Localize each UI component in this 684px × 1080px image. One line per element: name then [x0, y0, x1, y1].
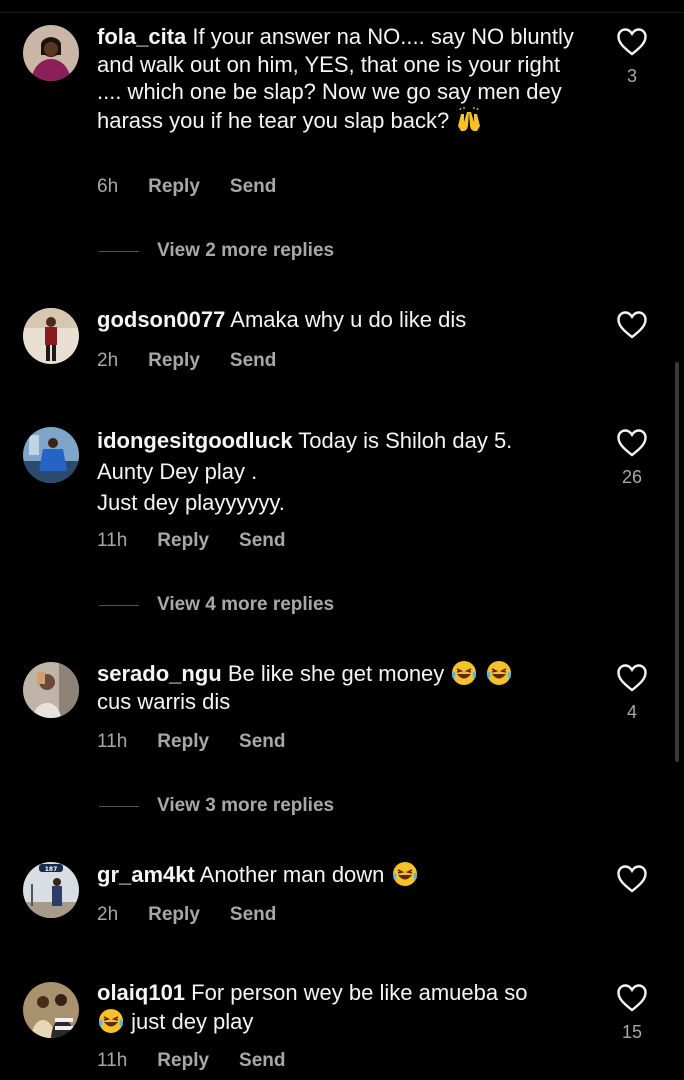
send-button[interactable]: Send	[230, 350, 276, 372]
divider-line	[99, 250, 139, 252]
like-count: 15	[621, 1022, 643, 1042]
avatar[interactable]	[23, 427, 79, 483]
comment-timestamp: 11h	[97, 1050, 128, 1071]
comment-text: gr_am4kt Another man down	[97, 860, 587, 889]
reply-button[interactable]: Reply	[157, 1050, 209, 1072]
send-button[interactable]: Send	[239, 530, 285, 552]
reply-button[interactable]: Reply	[157, 530, 209, 552]
divider-line	[99, 805, 139, 807]
comment-username[interactable]: olaiq101	[97, 980, 185, 1005]
comment-timestamp: 2h	[97, 904, 119, 925]
view-more-label: View 4 more replies	[157, 594, 335, 615]
comment-username[interactable]: fola_cita	[97, 24, 186, 49]
send-button[interactable]: Send	[230, 176, 276, 198]
view-more-replies[interactable]: View 3 more replies	[99, 795, 334, 817]
like-count: 3	[626, 66, 637, 86]
comment-timestamp: 11h	[97, 731, 128, 752]
laughing-emoji-icon	[97, 1007, 125, 1035]
avatar[interactable]: 187	[23, 862, 79, 918]
like-button[interactable]: 3	[612, 28, 652, 87]
laughing-emoji-icon	[485, 659, 513, 687]
reply-button[interactable]: Reply	[148, 350, 200, 372]
comment-timestamp: 6h	[97, 176, 119, 197]
avatar[interactable]	[23, 662, 79, 718]
comment-username[interactable]: serado_ngu	[97, 661, 222, 686]
heart-icon	[617, 984, 647, 1012]
like-button[interactable]	[612, 311, 652, 339]
heart-icon	[617, 429, 647, 457]
comment-body: Be like she get money	[227, 661, 445, 686]
comment-text: idongesitgoodluck Today is Shiloh day 5.…	[97, 425, 587, 518]
heart-icon	[617, 664, 647, 692]
send-button[interactable]: Send	[239, 1050, 285, 1072]
heart-icon	[617, 28, 647, 56]
laughing-emoji-icon	[391, 860, 419, 888]
scrollbar[interactable]	[675, 362, 679, 762]
divider-line	[99, 604, 139, 606]
avatar-badge-text: 187	[45, 866, 58, 873]
reply-button[interactable]: Reply	[148, 176, 200, 198]
comment-username[interactable]: idongesitgoodluck	[97, 428, 293, 453]
comment-text: olaiq101 For person wey be like amueba s…	[97, 979, 587, 1035]
comment-text: serado_ngu Be like she get money cus war…	[97, 659, 587, 715]
view-more-label: View 3 more replies	[157, 795, 335, 816]
like-button[interactable]: 15	[612, 984, 652, 1043]
comment-timestamp: 11h	[97, 530, 128, 551]
avatar[interactable]	[23, 982, 79, 1038]
like-button[interactable]: 4	[612, 664, 652, 723]
raising-hands-emoji-icon	[455, 106, 483, 134]
send-button[interactable]: Send	[230, 904, 276, 926]
comment-body: Amaka why u do like dis	[230, 307, 467, 332]
view-more-label: View 2 more replies	[157, 240, 335, 261]
heart-icon	[617, 865, 647, 893]
avatar[interactable]	[23, 308, 79, 364]
view-more-replies[interactable]: View 4 more replies	[99, 594, 334, 616]
comment-text: fola_cita If your answer na NO.... say N…	[97, 23, 587, 134]
like-count: 4	[626, 702, 637, 722]
like-count: 26	[621, 467, 643, 487]
like-button[interactable]	[612, 865, 652, 893]
view-more-replies[interactable]: View 2 more replies	[99, 240, 334, 262]
comment-text: godson0077 Amaka why u do like dis	[97, 306, 587, 334]
heart-icon	[617, 311, 647, 339]
comment-body: Another man down	[199, 862, 385, 887]
reply-button[interactable]: Reply	[157, 731, 209, 753]
reply-button[interactable]: Reply	[148, 904, 200, 926]
comment-body: For person wey be like amueba so	[191, 980, 528, 1005]
comment-body-continued: just dey play	[131, 1008, 254, 1034]
comment-username[interactable]: gr_am4kt	[97, 862, 195, 887]
comment-username[interactable]: godson0077	[97, 307, 225, 332]
avatar[interactable]	[23, 25, 79, 81]
top-divider	[0, 12, 684, 13]
send-button[interactable]: Send	[239, 731, 285, 753]
like-button[interactable]: 26	[612, 429, 652, 488]
laughing-emoji-icon	[450, 659, 478, 687]
comment-timestamp: 2h	[97, 350, 119, 371]
comment-body-continued: cus warris dis	[97, 688, 231, 714]
